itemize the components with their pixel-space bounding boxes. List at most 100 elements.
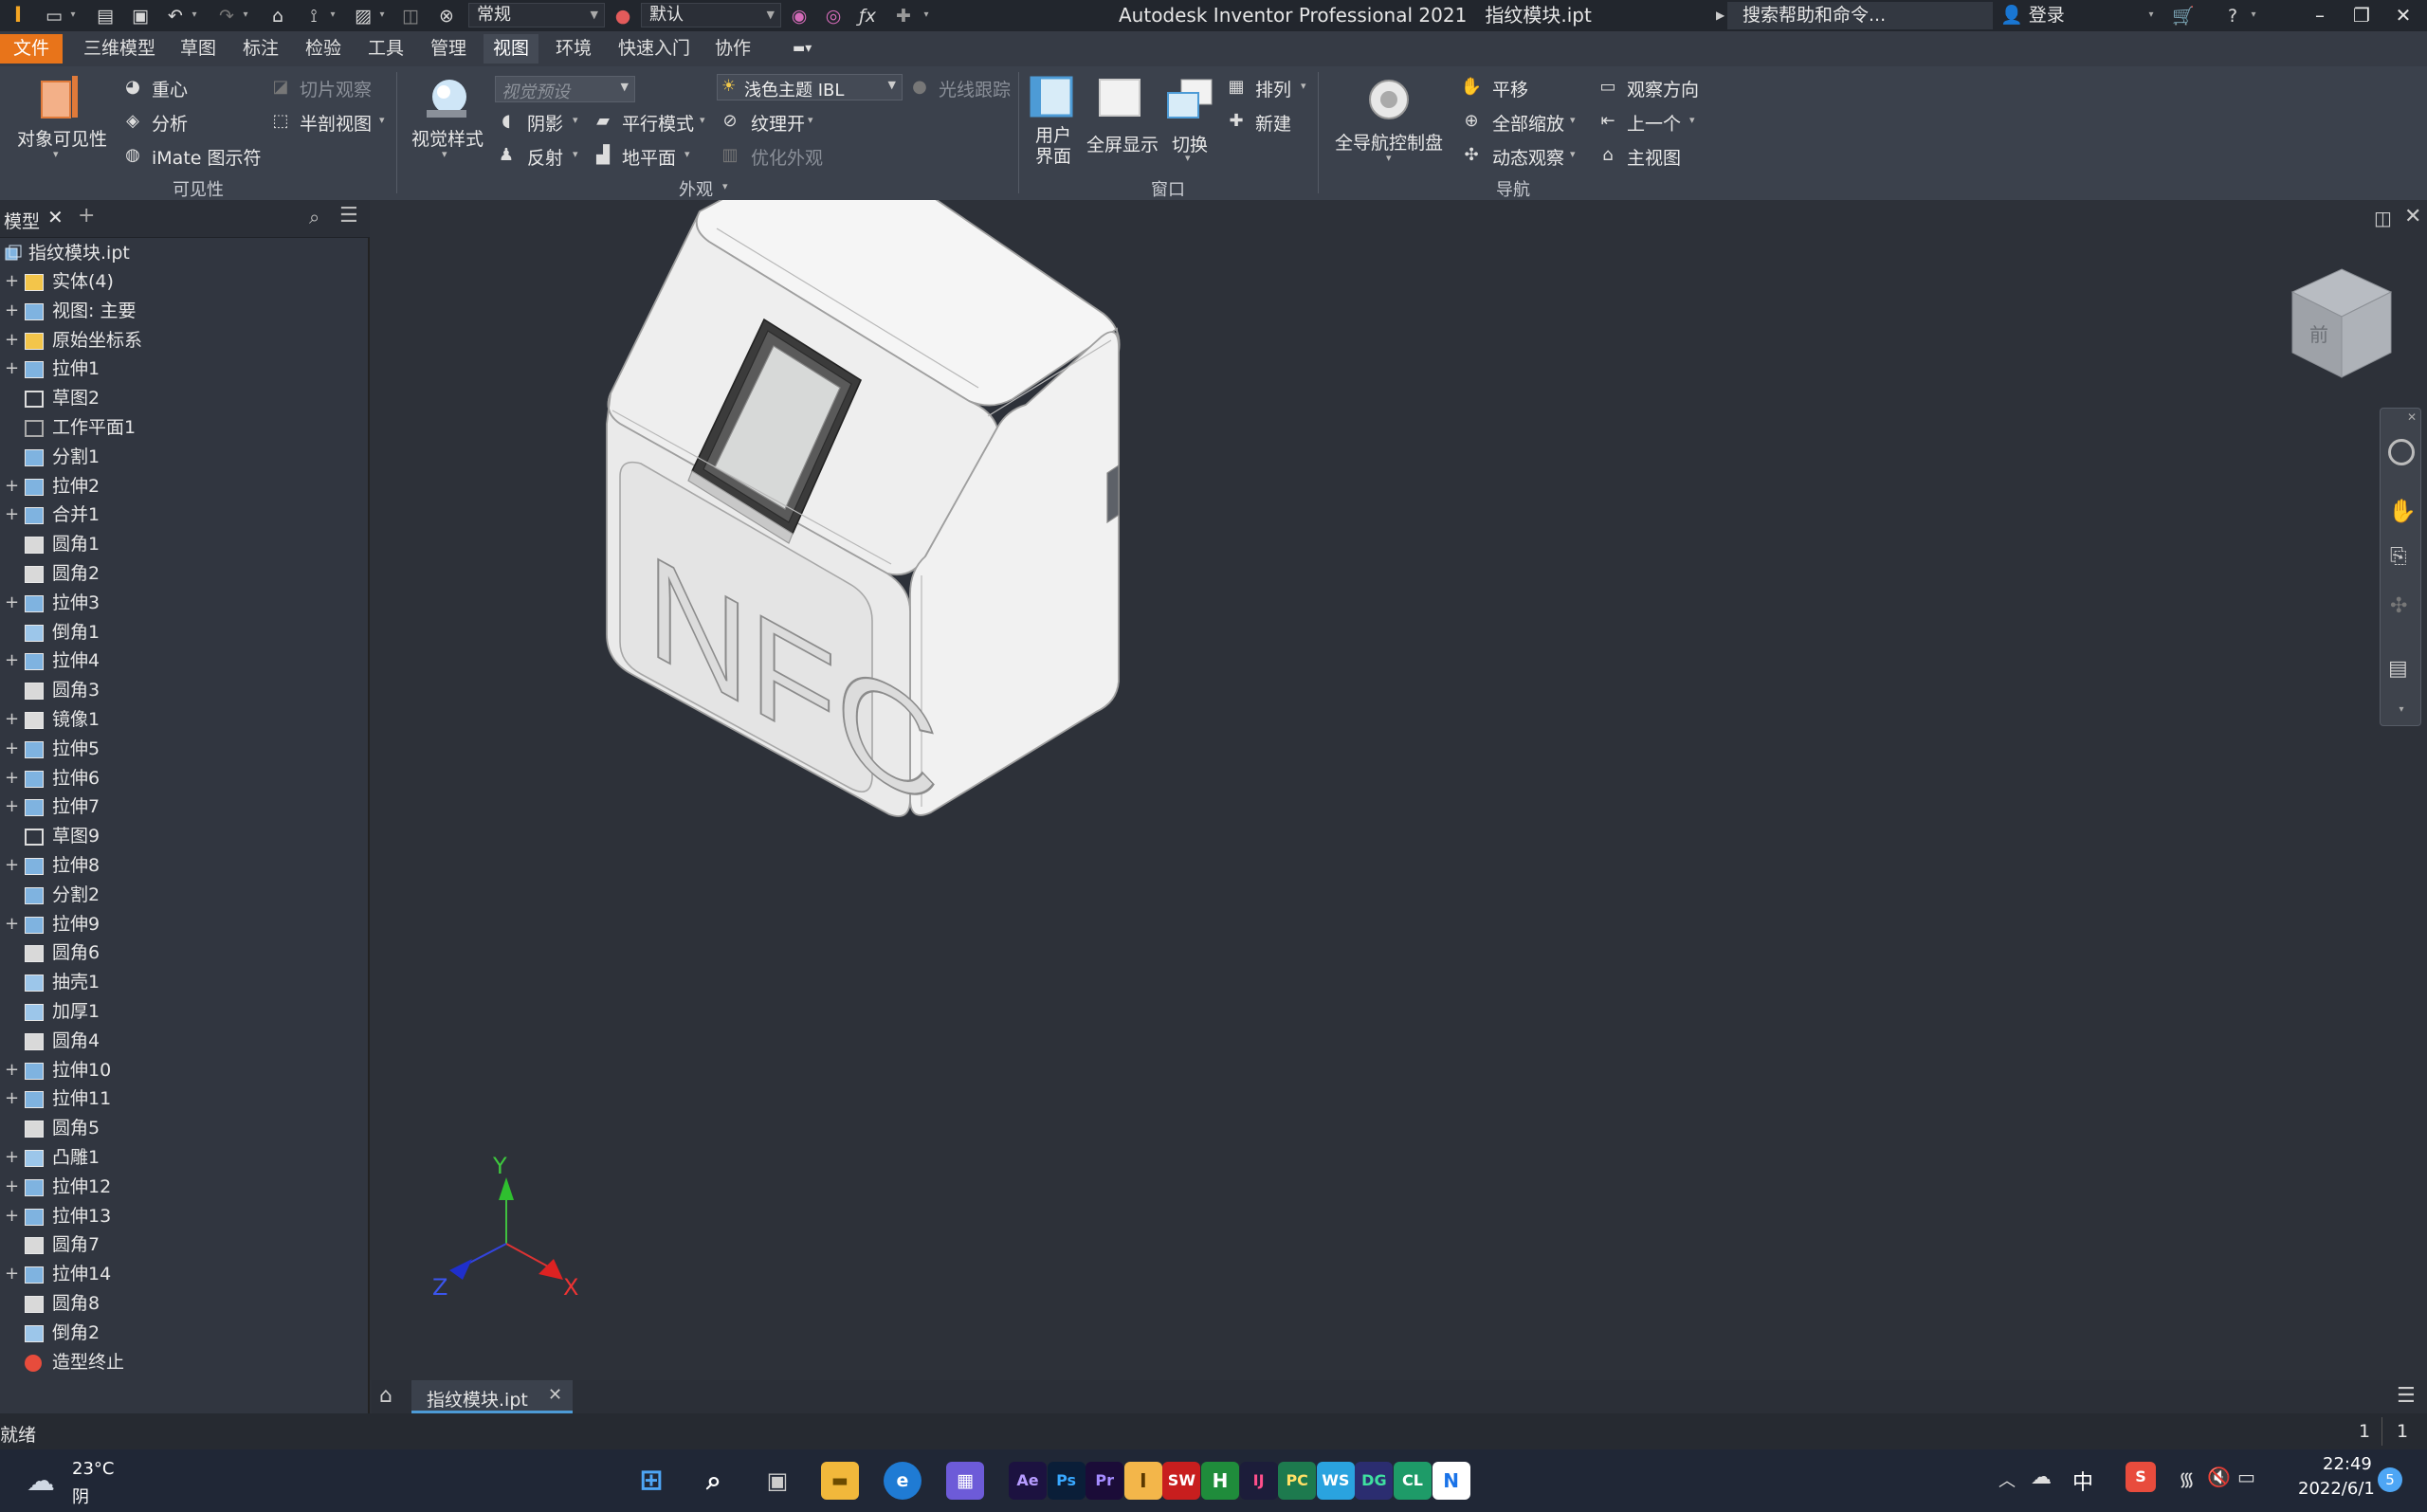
taskbar-app-11[interactable]: N xyxy=(1432,1462,1470,1500)
sogou-input-icon[interactable]: S xyxy=(2126,1462,2156,1492)
texture-icon[interactable]: ⊘ xyxy=(719,110,741,133)
reflections-button[interactable]: 反射 xyxy=(527,144,563,170)
center-of-gravity-button[interactable]: 重心 xyxy=(152,76,188,101)
edge-browser-icon[interactable]: e xyxy=(884,1462,922,1500)
inventor-logo-icon[interactable]: I xyxy=(6,4,30,28)
parallel-mode-icon[interactable]: ▰ xyxy=(592,110,614,133)
tab-environments[interactable]: 环境 xyxy=(546,34,601,64)
onedrive-icon[interactable]: ☁ xyxy=(2031,1466,2052,1489)
doc-tab-close-icon[interactable]: ✕ xyxy=(548,1385,562,1405)
material-icon[interactable]: ⊗ xyxy=(434,4,459,28)
orbit-dropdown-icon[interactable]: ▾ xyxy=(1570,148,1576,160)
tree-item-extrude[interactable]: + 拉伸12 xyxy=(0,1173,370,1201)
taskbar-app-2[interactable]: Pr xyxy=(1086,1462,1124,1500)
tree-item-extrude[interactable]: + 拉伸11 xyxy=(0,1084,370,1113)
select-icon[interactable]: ▨ xyxy=(351,4,375,28)
tab-manage[interactable]: 管理 xyxy=(421,34,476,64)
ime-indicator[interactable]: 中 xyxy=(2072,1466,2093,1496)
tab-collaborate[interactable]: 协作 xyxy=(705,34,760,64)
appearance-expand-icon[interactable]: ▾ xyxy=(722,180,728,192)
ground-plane-button[interactable]: 地平面 xyxy=(622,144,676,170)
tree-item-extrude[interactable]: + 拉伸1 xyxy=(0,355,370,383)
tab-inspect[interactable]: 检验 xyxy=(296,34,351,64)
browser-tab-model[interactable]: 模型 xyxy=(4,208,40,233)
nav-zoom-icon[interactable]: ⎘ xyxy=(2390,545,2407,569)
analysis-icon[interactable]: ◈ xyxy=(121,110,144,133)
start-windows-icon[interactable]: ⊞ xyxy=(632,1462,670,1500)
optimize-appearance-button[interactable]: 优化外观 xyxy=(751,144,823,170)
new-file-icon[interactable]: ▭ xyxy=(42,4,66,28)
taskbar-app-0[interactable]: Ae xyxy=(1009,1462,1047,1500)
new-dropdown-icon[interactable]: ▾ xyxy=(66,6,80,25)
restore-icon[interactable]: ❐ xyxy=(2344,0,2380,31)
weather-desc[interactable]: 阴 xyxy=(72,1484,89,1508)
wifi-icon[interactable]: ᯾ xyxy=(2179,1466,2195,1491)
user-interface-button[interactable]: 用户界面 xyxy=(1026,70,1079,173)
tab-view[interactable]: 视图 xyxy=(484,34,539,64)
zoom-dropdown-icon[interactable]: ▾ xyxy=(1570,114,1576,126)
arrange-button[interactable]: 排列 xyxy=(1255,76,1291,101)
parallel-mode-dropdown-icon[interactable]: ▾ xyxy=(700,114,705,126)
parallel-mode-button[interactable]: 平行模式 xyxy=(622,110,694,136)
tab-3d-model[interactable]: 三维模型 xyxy=(74,34,165,64)
taskbar-app-10[interactable]: CL xyxy=(1394,1462,1432,1500)
search-input[interactable]: 搜索帮助和命令... xyxy=(1727,2,1993,29)
visual-style-button[interactable]: 视觉样式 ▾ xyxy=(408,70,485,165)
tab-file[interactable]: 文件 xyxy=(0,34,64,64)
home-icon[interactable]: ⌂ xyxy=(265,4,290,28)
tab-tools[interactable]: 工具 xyxy=(358,34,413,64)
tab-sketch[interactable]: 草图 xyxy=(171,34,226,64)
tree-item-extrude[interactable]: + 拉伸10 xyxy=(0,1056,370,1084)
task-view-icon[interactable]: ▣ xyxy=(758,1462,796,1500)
zoom-all-icon[interactable]: ⊕ xyxy=(1460,110,1483,133)
tree-item-folder[interactable]: + 原始坐标系 xyxy=(0,326,370,355)
new-window-icon[interactable]: ✚ xyxy=(1225,110,1248,133)
expand-icon[interactable]: + xyxy=(5,1260,19,1288)
tree-item-mirror[interactable]: + 镜像1 xyxy=(0,705,370,734)
tree-item-fillet[interactable]: 圆角5 xyxy=(0,1114,370,1142)
appearance-icon[interactable]: ● xyxy=(611,4,635,28)
switch-button[interactable]: 切换 ▾ xyxy=(1162,70,1219,171)
expand-icon[interactable]: + xyxy=(5,1173,19,1201)
imate-icon[interactable]: ◍ xyxy=(121,144,144,167)
tree-item-folder[interactable]: + 实体(4) xyxy=(0,267,370,296)
expand-icon[interactable]: + xyxy=(5,297,19,325)
taskbar-app-5[interactable]: H xyxy=(1201,1462,1239,1500)
measure-icon[interactable]: ⟟ xyxy=(301,4,326,28)
tree-item-fillet[interactable]: 圆角3 xyxy=(0,676,370,704)
expand-icon[interactable]: + xyxy=(5,1143,19,1172)
orbit-button[interactable]: 动态观察 xyxy=(1492,144,1564,170)
undo-dropdown-icon[interactable]: ▾ xyxy=(188,6,201,25)
browser-search-icon[interactable]: ⌕ xyxy=(309,206,319,228)
clock-time[interactable]: 22:49 xyxy=(2323,1454,2372,1474)
shadows-icon[interactable]: ◖ xyxy=(495,110,518,133)
tree-item-fillet[interactable]: 圆角2 xyxy=(0,559,370,588)
tray-expand-icon[interactable]: ︿ xyxy=(1998,1467,2016,1492)
browser-menu-icon[interactable]: ☰ xyxy=(339,204,358,228)
ray-tracing-button[interactable]: 光线跟踪 xyxy=(939,76,1011,101)
tree-item-extrude[interactable]: + 拉伸2 xyxy=(0,472,370,501)
add-browser-tab-icon[interactable]: + xyxy=(78,204,95,228)
steering-wheel-button[interactable]: 全导航控制盘 ▾ xyxy=(1327,70,1454,165)
half-section-icon[interactable]: ⬚ xyxy=(269,110,292,133)
cart-icon[interactable]: 🛒 xyxy=(2171,4,2196,28)
save-icon[interactable]: ▣ xyxy=(128,4,153,28)
taskbar-app-8[interactable]: WS xyxy=(1316,1462,1355,1500)
tree-item-extrude[interactable]: + 拉伸14 xyxy=(0,1260,370,1288)
analysis-button[interactable]: 分析 xyxy=(152,110,188,136)
tree-item-extrude[interactable]: + 拉伸7 xyxy=(0,792,370,821)
tree-item-combine[interactable]: + 合并1 xyxy=(0,501,370,529)
undo-icon[interactable]: ↶ xyxy=(163,4,188,28)
tree-item-extrude[interactable]: + 拉伸9 xyxy=(0,910,370,938)
expand-icon[interactable]: + xyxy=(5,326,19,355)
graphics-viewport[interactable]: NFC xyxy=(372,200,2427,1380)
browser-tab-close-icon[interactable]: ✕ xyxy=(47,206,64,228)
tree-item-plane[interactable]: 工作平面1 xyxy=(0,413,370,442)
tab-get-started[interactable]: 快速入门 xyxy=(609,34,700,64)
reflections-icon[interactable]: ♟ xyxy=(495,144,518,167)
tree-item-chamfer[interactable]: 倒角1 xyxy=(0,618,370,647)
tree-item-chamfer[interactable]: 倒角2 xyxy=(0,1319,370,1347)
tree-item-thicken[interactable]: 加厚1 xyxy=(0,997,370,1026)
optimize-appearance-icon[interactable]: ▥ xyxy=(719,144,741,167)
expand-icon[interactable]: + xyxy=(5,735,19,763)
